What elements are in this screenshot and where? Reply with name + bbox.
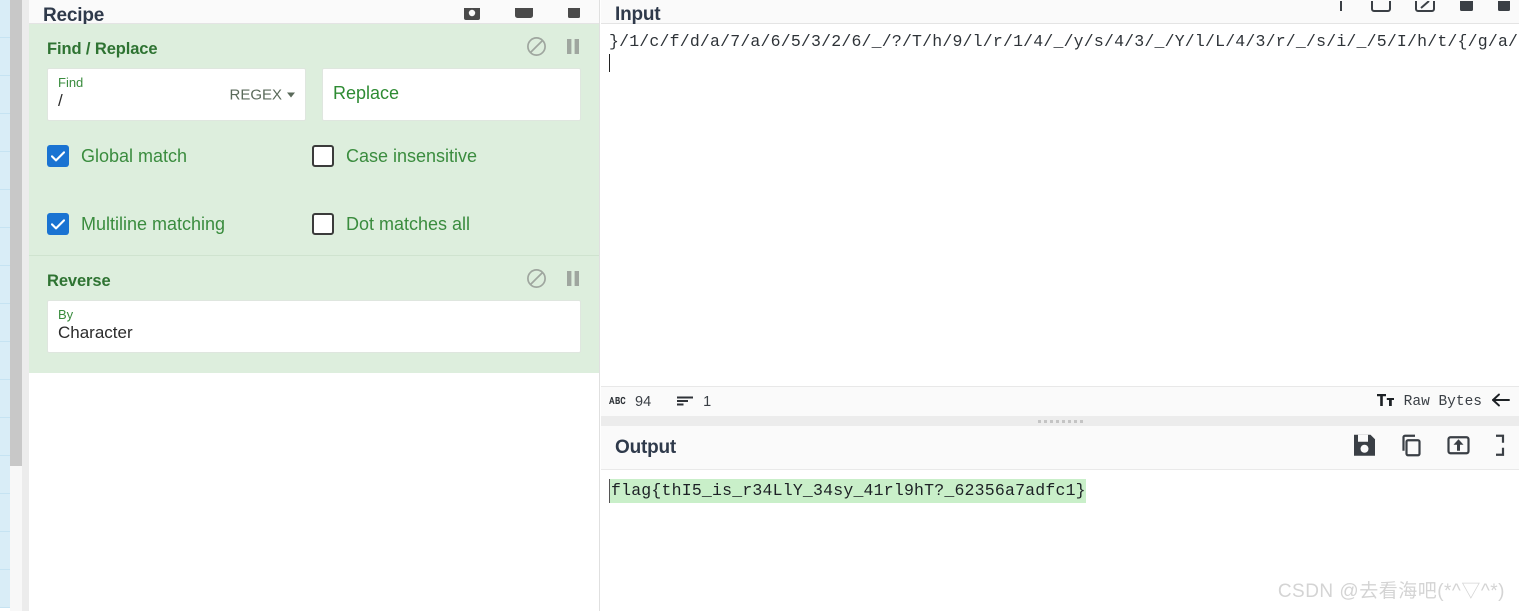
io-pane: Input }/1/c/f/d/a/7/a/6/5/3/2/6/_/?/T/h/… [601,0,1519,611]
cyberchef-app: Recipe Find / Replace Find / REGEX Repla… [0,0,1519,611]
replace-input[interactable]: Replace [322,68,581,121]
find-replace-row: Find / REGEX Replace [47,68,581,121]
replace-input-icon[interactable] [1446,433,1471,463]
text-cursor [609,54,610,72]
operation-header: Find / Replace [29,24,599,68]
recipe-body: Find / Replace Find / REGEX Replace Glob… [29,24,599,611]
reverse-by-dropdown[interactable]: By Character [47,300,581,353]
by-value: Character [58,323,133,342]
pause-icon[interactable] [565,37,581,62]
input-editor[interactable]: }/1/c/f/d/a/7/a/6/5/3/2/6/_/?/T/h/9/l/r/… [601,24,1519,386]
checkbox-checked-icon [47,213,69,235]
recipe-header-icons [461,8,587,22]
replace-placeholder: Replace [333,83,400,103]
checkbox-global-match[interactable]: Global match [47,145,312,167]
output-title-bar: Output [601,426,1519,470]
save-icon[interactable] [1352,433,1377,463]
find-replace-options: Global match Case insensitive Multiline … [47,121,581,235]
save-icon[interactable] [461,8,483,22]
operation-title: Reverse [47,271,111,290]
find-value: / [58,91,63,110]
operation-find-replace[interactable]: Find / Replace Find / REGEX Replace Glob… [29,24,599,255]
input-lines-group: 1 [677,394,711,410]
folder-icon[interactable] [1370,0,1392,22]
input-length-value: 94 [635,393,652,410]
checkbox-label: Multiline matching [81,213,226,234]
checkbox-multiline-matching[interactable]: Multiline matching [47,213,312,235]
chevron-down-icon [287,92,295,97]
recipe-panel: Recipe Find / Replace Find / REGEX Repla… [29,0,600,611]
input-status-bar: 94 1 Raw Bytes [601,386,1519,416]
operation-header: Reverse [29,256,599,300]
output-title: Output [615,436,677,458]
recipe-drop-area[interactable] [29,373,599,611]
checkbox-label: Case insensitive [346,145,478,166]
delete-icon[interactable] [1458,0,1475,22]
checkbox-case-insensitive[interactable]: Case insensitive [312,145,581,167]
input-title: Input [615,4,661,25]
open-folder-icon[interactable] [1414,0,1436,22]
input-lines-value: 1 [703,393,712,410]
recipe-title-bar: Recipe [29,0,599,26]
folder-icon[interactable] [513,8,535,22]
font-size-icon[interactable] [1376,393,1395,410]
checkbox-empty-icon [312,213,334,235]
output-text: flag{thI5_is_r34LlY_34sy_41rl9hT?_62356a… [609,479,1086,503]
pause-icon[interactable] [565,269,581,294]
maximize-icon[interactable] [1497,0,1511,22]
checkbox-empty-icon [312,145,334,167]
output-panel: Output flag{thI5_is_r34LlY_34sy_41rl9hT?… [601,426,1519,611]
abc-icon [609,394,626,410]
add-tab-icon[interactable] [1334,0,1348,22]
find-input[interactable]: Find / REGEX [47,68,306,121]
operations-scrollbar-thumb[interactable] [10,0,22,466]
watermark: CSDN @去看海吧(*^▽^*) [1277,581,1505,602]
output-header-icons [1352,434,1511,458]
disable-icon[interactable] [526,36,547,62]
input-header-icons [1334,0,1511,22]
operation-arguments: Find / REGEX Replace Global match Case i… [29,68,599,255]
find-label: Find [58,75,84,90]
maximize-icon[interactable] [1493,433,1511,463]
input-length-group: 94 [609,394,651,410]
by-label: By [58,307,74,322]
copy-icon[interactable] [1399,433,1424,463]
operation-title: Find / Replace [47,39,158,58]
operation-arguments: By Character [29,300,599,373]
io-splitter[interactable] [601,416,1519,426]
delete-icon[interactable] [565,8,587,22]
operation-controls [526,268,581,294]
checkbox-label: Global match [81,145,188,166]
find-type-dropdown[interactable]: REGEX [229,86,295,103]
checkbox-label: Dot matches all [346,213,471,234]
operation-reverse[interactable]: Reverse By Character [29,255,599,373]
disable-icon[interactable] [526,268,547,294]
input-text: }/1/c/f/d/a/7/a/6/5/3/2/6/_/?/T/h/9/l/r/… [609,32,1519,51]
checkbox-checked-icon [47,145,69,167]
io-splitter-grip[interactable] [1037,419,1083,423]
checkbox-dot-matches-all[interactable]: Dot matches all [312,213,581,235]
input-encoding-label[interactable]: Raw Bytes [1404,394,1482,410]
recipe-splitter[interactable] [22,0,49,611]
input-encoding-group: Raw Bytes [1376,393,1511,410]
lines-icon [677,394,694,410]
input-title-bar: Input [601,0,1519,25]
find-type-label: REGEX [229,86,282,103]
operation-controls [526,36,581,62]
recipe-title: Recipe [43,5,105,26]
arrow-left-icon[interactable] [1491,393,1511,410]
